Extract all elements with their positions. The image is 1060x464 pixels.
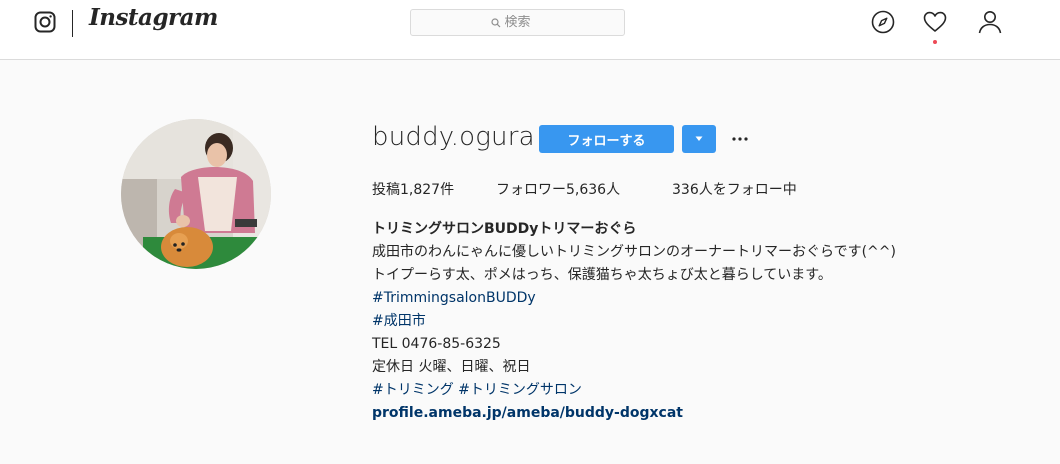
avatar-photo bbox=[121, 119, 271, 269]
profile-bio: トリミングサロンBUDDyトリマーおぐら 成田市のわんにゃんに優しいトリミングサ… bbox=[372, 218, 896, 425]
profile-avatar[interactable] bbox=[121, 119, 271, 269]
profile-username: buddy.ogura bbox=[372, 122, 535, 152]
search-icon bbox=[490, 17, 500, 27]
following-count[interactable]: 336人をフォロー中 bbox=[672, 179, 797, 199]
bio-line: トイプーらす太、ポメはっち、保護猫ちゃ太ちょび太と暮らしています。 bbox=[372, 267, 832, 283]
top-navigation-bar: Instagram bbox=[0, 0, 1060, 60]
hashtag-link[interactable]: #成田市 bbox=[372, 310, 896, 333]
followers-value: 5,636人 bbox=[566, 182, 621, 198]
suggestions-dropdown-button[interactable] bbox=[682, 125, 716, 153]
instagram-wordmark[interactable]: Instagram bbox=[89, 4, 218, 31]
profile-full-name: トリミングサロンBUDDyトリマーおぐら bbox=[372, 221, 637, 237]
followers-count[interactable]: フォロワー5,636人 bbox=[496, 179, 620, 199]
posts-value: 1,827件 bbox=[400, 182, 455, 198]
business-hours: 定休日 火曜、日曜、祝日 bbox=[372, 359, 531, 375]
caret-down-icon bbox=[695, 136, 703, 141]
posts-label: 投稿 bbox=[372, 182, 400, 198]
hashtag-link[interactable]: #TrimmingsalonBUDDy bbox=[372, 287, 896, 310]
follow-button[interactable]: フォローする bbox=[539, 125, 674, 153]
followers-label: フォロワー bbox=[496, 182, 566, 198]
search-input[interactable] bbox=[504, 15, 545, 30]
compass-icon[interactable] bbox=[870, 9, 896, 35]
notification-dot bbox=[933, 40, 937, 44]
search-box[interactable] bbox=[410, 9, 625, 36]
heart-icon[interactable] bbox=[922, 9, 948, 35]
hashtag-links[interactable]: #トリミング #トリミングサロン bbox=[372, 379, 896, 402]
more-options-button[interactable] bbox=[728, 127, 752, 151]
posts-count: 投稿1,827件 bbox=[372, 179, 454, 199]
website-link[interactable]: profile.ameba.jp/ameba/buddy-dogxcat bbox=[372, 402, 896, 425]
profile-icon[interactable] bbox=[977, 9, 1003, 35]
logo-divider bbox=[72, 10, 73, 37]
bio-line: 成田市のわんにゃんに優しいトリミングサロンのオーナートリマーおぐらです(^^) bbox=[372, 244, 896, 260]
phone-number: TEL 0476-85-6325 bbox=[372, 336, 501, 352]
instagram-glyph-icon[interactable] bbox=[34, 11, 56, 33]
more-horizontal-icon bbox=[732, 137, 748, 141]
following-value: 336人をフォロー中 bbox=[672, 182, 797, 198]
